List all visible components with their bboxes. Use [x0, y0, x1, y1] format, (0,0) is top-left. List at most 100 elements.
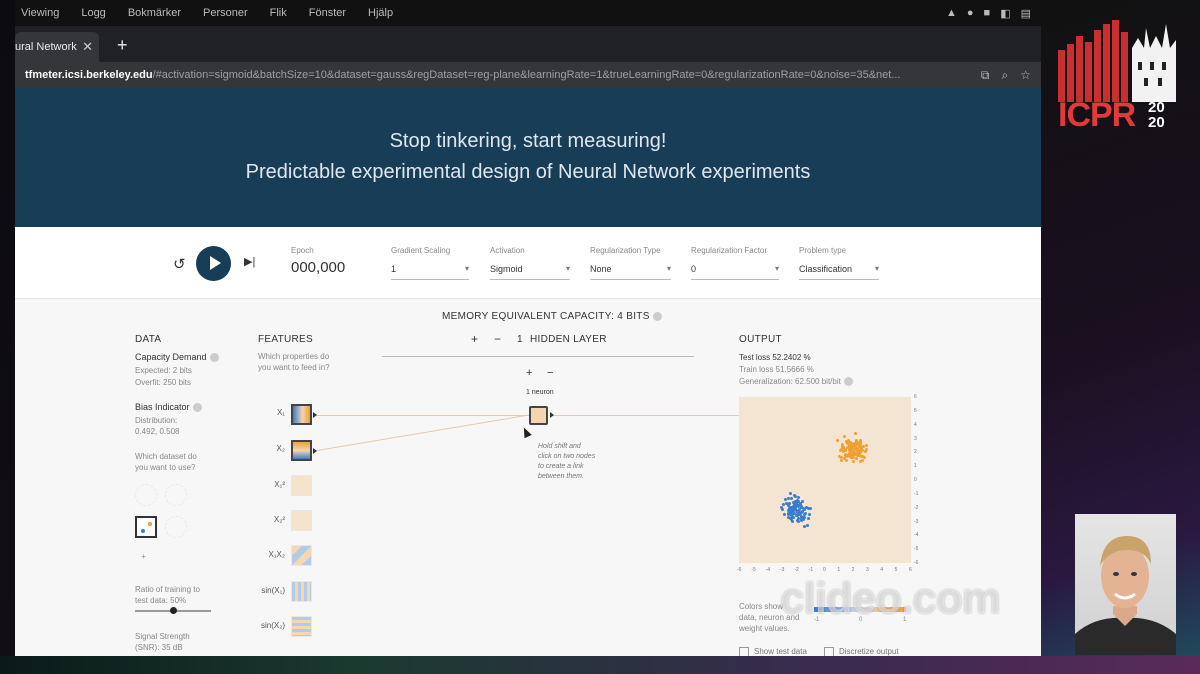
remove-neuron-button[interactable]: − — [547, 367, 554, 379]
menu-item-people[interactable]: Personer — [203, 7, 248, 19]
logo-text: ICPR — [1058, 96, 1136, 134]
arrow-icon — [550, 412, 554, 418]
layer-divider — [382, 356, 694, 357]
plus-icon[interactable]: + — [141, 551, 146, 562]
colors-legend-text: weight values. — [739, 624, 790, 633]
feature-x2[interactable] — [291, 440, 312, 461]
close-icon[interactable]: ✕ — [82, 39, 93, 55]
menu-item-bookmarks[interactable]: Bokmärker — [128, 7, 181, 19]
discretize-output-checkbox[interactable]: Discretize output — [824, 647, 899, 656]
train-loss: Train loss 51.5666 % — [739, 365, 814, 374]
scatter-point — [795, 509, 799, 513]
feature-x2-squared[interactable] — [291, 510, 312, 531]
feature-x1[interactable] — [291, 404, 312, 425]
dataset-spiral-thumb[interactable] — [165, 516, 187, 538]
icpr-logo: ICPR 20 20 — [1058, 18, 1178, 134]
scatter-point — [783, 512, 787, 516]
feature-label-x2-squared: X₂² — [273, 515, 285, 524]
signal-label: Signal Strength — [135, 632, 190, 641]
feature-x1x2[interactable] — [291, 545, 312, 566]
add-layer-button[interactable]: + — [471, 332, 478, 346]
feature-label-sin-x1: sin(X₁) — [261, 586, 285, 595]
browser-tab[interactable]: ural Network ✕ — [15, 32, 99, 62]
x-tick-label: 1 — [837, 567, 841, 573]
distribution-label: Distribution: — [135, 416, 178, 425]
mec-title-text: MEMORY EQUIVALENT CAPACITY: 4 BITS — [442, 311, 650, 322]
gradient-label: Gradient Scaling — [391, 246, 451, 255]
feature-sin-x1[interactable] — [291, 581, 312, 602]
help-icon[interactable] — [209, 353, 219, 363]
output-plot[interactable] — [739, 397, 911, 563]
url-path: /#activation=sigmoid&batchSize=10&datase… — [152, 69, 901, 81]
controls-bar: ↺ ▶| Epoch 000,000 Gradient Scaling 1 Ac… — [15, 227, 1041, 299]
scatter-point — [804, 506, 808, 510]
scatter-point — [788, 506, 792, 510]
epoch-value: 000,000 — [291, 259, 346, 276]
scatter-point — [845, 458, 849, 462]
expected-bits: Expected: 2 bits — [135, 366, 192, 375]
feature-label-x1: X₁ — [276, 408, 285, 417]
scatter-point — [854, 432, 858, 436]
x-tick-label: 0 — [823, 567, 826, 573]
output-heading: OUTPUT — [739, 334, 782, 345]
os-menubar: Viewing Logg Bokmärker Personer Flik Fön… — [15, 0, 1041, 26]
ratio-slider-handle[interactable] — [170, 607, 177, 614]
tab-bar: ural Network ✕ + — [15, 26, 1041, 62]
reset-icon[interactable]: ↺ — [173, 255, 186, 273]
y-tick-label: -2 — [914, 504, 919, 511]
scatter-point — [846, 441, 850, 445]
address-icons: ⧉ ⌕ ☆ — [981, 68, 1041, 83]
y-tick-label: 3 — [914, 435, 917, 442]
y-tick-label: -3 — [914, 518, 919, 525]
play-button[interactable] — [196, 246, 231, 281]
reg-factor-select[interactable]: 0 — [691, 264, 779, 280]
feature-sin-x2[interactable] — [291, 616, 312, 637]
translate-icon[interactable]: ⧉ — [981, 68, 990, 83]
dataset-question: Which dataset do — [135, 452, 197, 461]
neuron-count-label: 1 neuron — [526, 389, 554, 396]
menu-item-logg[interactable]: Logg — [81, 7, 105, 19]
menu-item-window[interactable]: Fönster — [309, 7, 346, 19]
feature-x1-squared[interactable] — [291, 475, 312, 496]
dataset-gauss-thumb[interactable] — [135, 516, 157, 538]
new-tab-icon[interactable]: + — [117, 35, 128, 56]
problem-select[interactable]: Classification — [799, 264, 879, 280]
show-test-data-checkbox[interactable]: Show test data — [739, 647, 807, 656]
feature-label-x1-squared: X₁² — [274, 480, 285, 489]
menu-item-help[interactable]: Hjälp — [368, 7, 393, 19]
hidden-neuron[interactable] — [529, 406, 548, 425]
step-icon[interactable]: ▶| — [244, 255, 255, 268]
feature-label-x2: X₂ — [276, 444, 285, 453]
scatter-point — [848, 454, 852, 458]
gradient-select[interactable]: 1 — [391, 264, 469, 280]
address-bar[interactable]: tfmeter.icsi.berkeley.edu /#activation=s… — [15, 62, 1041, 88]
menu-item-tab[interactable]: Flik — [270, 7, 287, 19]
help-icon[interactable] — [652, 311, 662, 321]
star-icon[interactable]: ☆ — [1020, 68, 1031, 83]
y-tick-label: 2 — [914, 449, 917, 456]
connection-link[interactable] — [552, 415, 739, 416]
activation-select[interactable]: Sigmoid — [490, 264, 570, 280]
dataset-circle-thumb[interactable] — [135, 484, 157, 506]
status-icon: ▲ — [945, 6, 957, 19]
presenter-webcam — [1075, 514, 1176, 655]
connection-link[interactable] — [317, 415, 529, 416]
bias-title-text: Bias Indicator — [135, 402, 190, 412]
ratio-value: test data: 50% — [135, 596, 187, 605]
add-neuron-button[interactable]: + — [526, 367, 533, 379]
mec-title: MEMORY EQUIVALENT CAPACITY: 4 BITS — [442, 311, 662, 322]
status-icon: ● — [966, 6, 974, 19]
hint-line: to create a link — [538, 463, 584, 470]
colors-legend-text: Colors show — [739, 602, 784, 611]
remove-layer-button[interactable]: − — [494, 332, 501, 346]
hero-banner: Stop tinkering, start measuring! Predict… — [15, 88, 1041, 227]
features-heading: FEATURES — [258, 334, 313, 345]
reg-type-select[interactable]: None — [590, 264, 671, 280]
status-icons: ▲ ● ■ ◧ ▤ — [946, 7, 1041, 20]
menu-item-viewing[interactable]: Viewing — [21, 7, 59, 19]
help-icon[interactable] — [192, 403, 202, 413]
connection-link[interactable] — [316, 414, 529, 451]
dataset-xor-thumb[interactable] — [165, 484, 187, 506]
zoom-icon[interactable]: ⌕ — [1002, 68, 1009, 83]
help-icon[interactable] — [843, 377, 853, 387]
